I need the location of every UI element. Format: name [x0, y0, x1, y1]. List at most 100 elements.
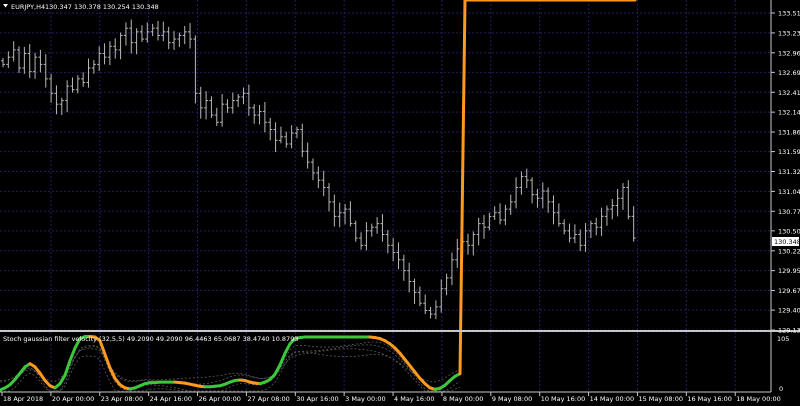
price-bar[interactable] — [155, 20, 160, 41]
price-bar[interactable] — [27, 44, 32, 79]
price-bar[interactable] — [391, 238, 396, 262]
price-bar[interactable] — [182, 26, 187, 45]
price-bar[interactable] — [198, 86, 203, 119]
price-bar[interactable] — [348, 201, 353, 227]
price-bar[interactable] — [252, 104, 257, 124]
price-bar[interactable] — [498, 203, 503, 225]
price-bar[interactable] — [417, 286, 422, 307]
price-bar[interactable] — [343, 204, 348, 225]
price-bars[interactable] — [1, 19, 636, 320]
price-bar[interactable] — [241, 87, 246, 105]
price-bar[interactable] — [166, 26, 171, 50]
indicator-segment[interactable] — [103, 352, 112, 370]
price-bar[interactable] — [246, 84, 251, 116]
price-bar[interactable] — [465, 233, 470, 255]
price-bar[interactable] — [188, 23, 193, 49]
price-bar[interactable] — [321, 170, 326, 197]
price-bar[interactable] — [54, 85, 59, 115]
price-bar[interactable] — [172, 31, 177, 50]
price-bar[interactable] — [129, 19, 134, 54]
indicator-segment[interactable] — [283, 342, 292, 355]
price-bar[interactable] — [359, 232, 364, 250]
price-bar[interactable] — [407, 262, 412, 293]
price-bar[interactable] — [1, 57, 5, 68]
price-bar[interactable] — [113, 38, 118, 59]
price-bar[interactable] — [75, 75, 80, 94]
price-bar[interactable] — [289, 125, 294, 149]
price-bar[interactable] — [6, 51, 11, 69]
price-bar[interactable] — [268, 117, 273, 141]
price-bar[interactable] — [412, 278, 417, 304]
price-bar[interactable] — [332, 194, 337, 227]
price-bar[interactable] — [626, 180, 631, 220]
price-bar[interactable] — [401, 254, 406, 281]
price-bar[interactable] — [327, 183, 332, 212]
price-bar[interactable] — [278, 126, 283, 144]
price-bar[interactable] — [97, 46, 102, 71]
price-bar[interactable] — [230, 92, 235, 114]
price-bar[interactable] — [423, 294, 428, 315]
price-bar[interactable] — [514, 177, 519, 209]
price-bar[interactable] — [273, 122, 278, 152]
price-bar[interactable] — [257, 104, 262, 125]
price-bar[interactable] — [508, 194, 513, 215]
price-bar[interactable] — [503, 204, 508, 226]
price-bar[interactable] — [17, 46, 22, 74]
price-bar[interactable] — [22, 47, 27, 74]
price-bar[interactable] — [588, 220, 593, 239]
price-bar[interactable] — [70, 77, 75, 93]
price-bar[interactable] — [209, 96, 214, 118]
price-bar[interactable] — [492, 206, 497, 220]
price-bar[interactable] — [204, 91, 209, 120]
price-bar[interactable] — [578, 229, 583, 252]
price-bar[interactable] — [375, 217, 380, 234]
price-bar[interactable] — [316, 166, 321, 189]
price-bar[interactable] — [310, 158, 315, 181]
price-bar[interactable] — [236, 94, 241, 108]
price-bar[interactable] — [43, 54, 48, 88]
price-bar[interactable] — [599, 207, 604, 236]
trading-chart[interactable]: 133.510 133.235 132.960 132.690 132.415 132.1… — [0, 0, 800, 406]
price-bar[interactable] — [364, 222, 369, 251]
price-bar[interactable] — [139, 25, 144, 42]
price-bar[interactable] — [91, 60, 96, 74]
price-bar[interactable] — [81, 72, 86, 87]
price-bar[interactable] — [455, 238, 460, 268]
price-bar[interactable] — [337, 202, 342, 228]
price-bar[interactable] — [562, 219, 567, 235]
price-bar[interactable] — [385, 230, 390, 254]
price-bar[interactable] — [161, 21, 166, 42]
price-bar[interactable] — [369, 223, 374, 237]
price-bar[interactable] — [594, 217, 599, 236]
price-bar[interactable] — [11, 41, 16, 62]
price-bar[interactable] — [65, 80, 70, 113]
price-bar[interactable] — [444, 273, 449, 296]
price-bar[interactable] — [284, 131, 289, 148]
price-bar[interactable] — [620, 183, 625, 210]
price-bar[interactable] — [220, 94, 225, 127]
price-bar[interactable] — [572, 224, 577, 244]
price-bar[interactable] — [610, 199, 615, 220]
price-bar[interactable] — [551, 195, 556, 225]
price-bar[interactable] — [134, 28, 139, 55]
price-bar[interactable] — [49, 73, 54, 103]
price-bar[interactable] — [214, 107, 219, 126]
indicator-segment[interactable] — [458, 0, 467, 376]
price-bar[interactable] — [604, 205, 609, 226]
price-bar[interactable] — [86, 58, 91, 88]
price-bar[interactable] — [471, 231, 476, 256]
price-bar[interactable] — [449, 252, 454, 286]
price-bar[interactable] — [615, 188, 620, 217]
price-bar[interactable] — [540, 182, 545, 209]
price-bar[interactable] — [482, 214, 487, 239]
price-bar[interactable] — [556, 203, 561, 227]
price-bar[interactable] — [177, 32, 182, 48]
price-bar[interactable] — [439, 279, 444, 313]
price-bar[interactable] — [225, 99, 230, 113]
price-bar[interactable] — [530, 177, 535, 204]
price-bar[interactable] — [476, 217, 481, 246]
price-bar[interactable] — [193, 35, 198, 104]
price-bar[interactable] — [123, 22, 128, 46]
price-bar[interactable] — [380, 214, 385, 242]
price-bar[interactable] — [102, 43, 107, 65]
